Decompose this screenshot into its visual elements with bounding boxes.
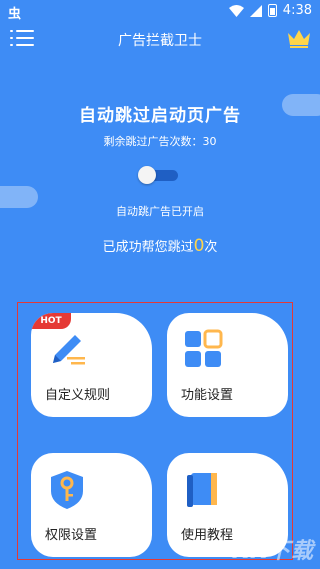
app-notification-icon: 虫 (8, 7, 22, 22)
shield-key-icon (51, 471, 83, 509)
auto-skip-toggle[interactable] (138, 166, 178, 184)
card-label: 功能设置 (181, 388, 234, 403)
clock: 4:38 (282, 3, 312, 18)
skipped-count: 0 (193, 236, 205, 256)
card-label: 自定义规则 (45, 388, 111, 403)
watermark-logo: KK下载 (231, 539, 314, 564)
pencil-icon (53, 335, 85, 365)
headline: 自动跳过启动页广告 (79, 106, 241, 126)
remaining-counter: 剩余跳过广告次数：30 (103, 135, 217, 148)
app-bar: 广告拦截卫士 (0, 24, 320, 54)
skipped-summary: 已成功帮您跳过0次 (0, 236, 320, 256)
skipped-prefix: 已成功帮您跳过 (102, 240, 194, 255)
function-settings-card[interactable]: 功能设置 (167, 313, 288, 417)
custom-rules-card[interactable]: HOT 自定义规则 (31, 313, 152, 417)
card-label: 使用教程 (181, 528, 234, 543)
wifi-icon (228, 4, 244, 17)
status-icons: 4:38 (228, 3, 312, 18)
toggle-knob (138, 166, 156, 184)
crown-icon[interactable] (286, 27, 312, 49)
feature-panel: HOT 自定义规则 功能设置 权限设置 使用教程 (17, 302, 293, 560)
permission-settings-card[interactable]: 权限设置 (31, 453, 152, 557)
card-label: 权限设置 (45, 528, 98, 543)
book-icon (187, 473, 217, 507)
grid-icon (185, 329, 223, 367)
status-bar: 虫 4:38 (0, 0, 320, 24)
battery-icon (267, 4, 277, 17)
app-title: 广告拦截卫士 (118, 33, 202, 49)
auto-skip-status: 自动跳广告已开启 (116, 205, 204, 218)
skipped-suffix: 次 (204, 240, 218, 255)
signal-icon (249, 4, 262, 17)
